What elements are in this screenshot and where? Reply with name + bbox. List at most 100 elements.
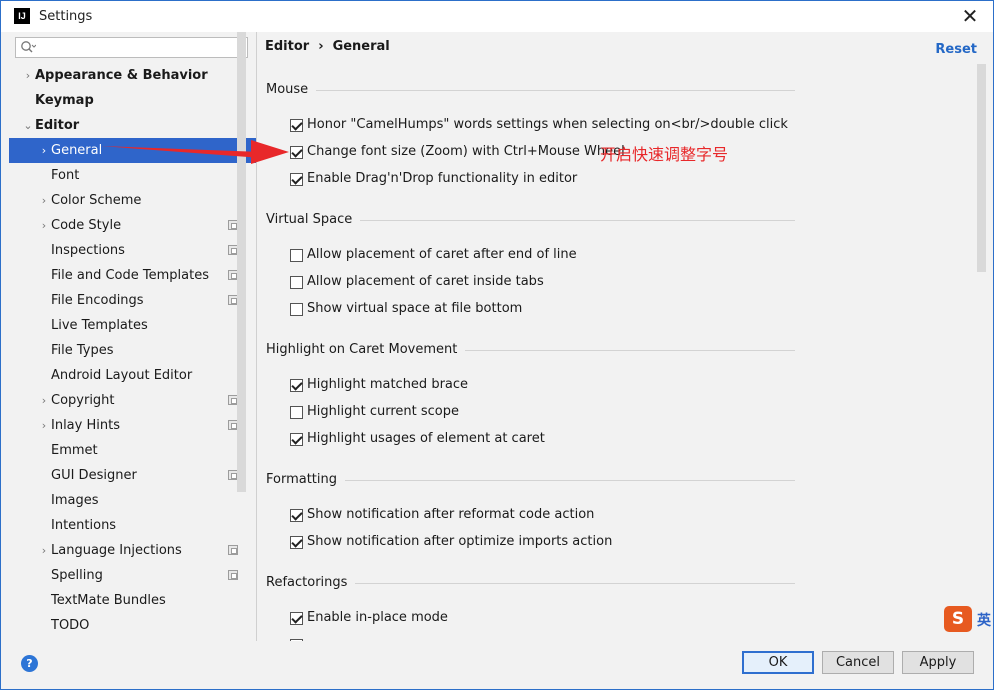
checkbox-label: Allow placement of caret inside tabs (307, 274, 544, 289)
chevron-right-icon[interactable]: › (39, 388, 49, 413)
tree-item-label: Color Scheme (51, 193, 142, 208)
checkbox[interactable] (290, 276, 303, 289)
apply-button[interactable]: Apply (902, 651, 974, 674)
reset-link[interactable]: Reset (935, 42, 977, 57)
tree-item-file-types[interactable]: File Types (9, 338, 256, 363)
tree-item-label: Code Style (51, 218, 122, 233)
checkbox[interactable] (290, 612, 303, 625)
tree-item-android-layout-editor[interactable]: Android Layout Editor (9, 363, 256, 388)
content-scrollbar[interactable] (977, 64, 986, 272)
tree-item-copyright[interactable]: › Copyright (9, 388, 256, 413)
dialog-footer: ? OK Cancel Apply (1, 641, 993, 689)
checkbox-label: Allow placement of caret after end of li… (307, 247, 577, 262)
annotation-text: 开启快速调整字号 (600, 145, 729, 164)
help-icon[interactable]: ? (21, 655, 38, 672)
checkbox[interactable] (290, 406, 303, 419)
tree-item-gui-designer[interactable]: GUI Designer (9, 463, 256, 488)
checkbox[interactable] (290, 146, 303, 159)
tree-item-live-templates[interactable]: Live Templates (9, 313, 256, 338)
tree-item-label: General (51, 143, 103, 158)
breadcrumb-current: General (332, 39, 390, 54)
section-divider (465, 350, 795, 351)
settings-tree-panel: › Appearance & Behavior Keymap ⌄ Editor › Gene… (9, 32, 256, 641)
tree-item-keymap[interactable]: Keymap (9, 88, 256, 113)
breadcrumb-parent[interactable]: Editor (265, 39, 309, 54)
tree-item-inspections[interactable]: Inspections (9, 238, 256, 263)
tree-item-color-scheme[interactable]: › Color Scheme (9, 188, 256, 213)
tree-item-inlay-hints[interactable]: › Inlay Hints (9, 413, 256, 438)
tree-item-label: File Types (51, 343, 114, 358)
tree-item-label: TODO (51, 618, 90, 633)
checkbox[interactable] (290, 536, 303, 549)
chevron-right-icon[interactable]: › (39, 213, 49, 238)
tree-item-label: Intentions (51, 518, 117, 533)
checkbox-label: Change font size (Zoom) with Ctrl+Mouse … (307, 144, 625, 159)
tree-item-editor[interactable]: ⌄ Editor (9, 113, 256, 138)
tree-scrollbar[interactable] (237, 32, 246, 492)
checkbox-label: Enable Drag'n'Drop functionality in edit… (307, 171, 578, 186)
chevron-right-icon[interactable]: › (39, 138, 49, 163)
tree-item-label: Font (51, 168, 80, 183)
chevron-right-icon[interactable]: › (39, 413, 49, 438)
settings-content-panel: Editor › General Reset Mouse Honor "CamelHu… (257, 32, 993, 641)
tree-item-label: File and Code Templates (51, 268, 209, 283)
tree-item-label: Live Templates (51, 318, 148, 333)
ime-mode-label[interactable]: 英 (977, 610, 991, 630)
tree-item-file-and-code-templates[interactable]: File and Code Templates (9, 263, 256, 288)
checkbox-label: Show notification after optimize imports… (307, 534, 613, 549)
section-title-virtual-space: Virtual Space (266, 212, 353, 227)
checkbox[interactable] (290, 173, 303, 186)
checkbox[interactable] (290, 119, 303, 132)
cancel-button[interactable]: Cancel (822, 651, 894, 674)
tree-item-appearance-behavior[interactable]: › Appearance & Behavior (9, 63, 256, 88)
annotation-arrow (101, 140, 289, 164)
tree-item-images[interactable]: Images (9, 488, 256, 513)
section-divider (355, 583, 795, 584)
tree-item-font[interactable]: Font (9, 163, 256, 188)
settings-search-input[interactable] (15, 37, 248, 58)
tree-item-emmet[interactable]: Emmet (9, 438, 256, 463)
chevron-down-icon[interactable]: ⌄ (23, 113, 33, 138)
tree-item-file-encodings[interactable]: File Encodings (9, 288, 256, 313)
tree-item-label: Inspections (51, 243, 125, 258)
tree-item-language-injections[interactable]: › Language Injections (9, 538, 256, 563)
tree-item-label: Appearance & Behavior (35, 68, 208, 83)
section-title-formatting: Formatting (266, 472, 338, 487)
tree-item-label: Keymap (35, 93, 94, 108)
search-icon (20, 40, 37, 59)
intellij-app-icon: IJ (14, 8, 30, 24)
project-settings-icon (228, 545, 238, 555)
tree-item-todo[interactable]: TODO (9, 613, 256, 638)
tree-item-label: TextMate Bundles (51, 593, 166, 608)
section-divider (345, 480, 795, 481)
window-title: Settings (39, 9, 93, 24)
checkbox-label: Enable in-place mode (307, 610, 448, 625)
ok-button[interactable]: OK (742, 651, 814, 674)
checkbox-label: Show notification after reformat code ac… (307, 507, 595, 522)
checkbox[interactable] (290, 379, 303, 392)
chevron-right-icon[interactable]: › (39, 188, 49, 213)
tree-item-label: Editor (35, 118, 80, 133)
tree-item-code-style[interactable]: › Code Style (9, 213, 256, 238)
checkbox[interactable] (290, 509, 303, 522)
tree-item-label: Images (51, 493, 99, 508)
tree-item-spelling[interactable]: Spelling (9, 563, 256, 588)
tree-item-label: Language Injections (51, 543, 182, 558)
tree-item-label: Emmet (51, 443, 98, 458)
tree-item-label: Android Layout Editor (51, 368, 193, 383)
sogou-ime-icon[interactable]: S (944, 606, 972, 632)
settings-dialog: IJ Settings ✕ › Appearance & Behavior Keym… (0, 0, 994, 690)
tree-item-intentions[interactable]: Intentions (9, 513, 256, 538)
tree-item-label: GUI Designer (51, 468, 137, 483)
title-bar: IJ Settings ✕ (1, 1, 993, 32)
chevron-right-icon[interactable]: › (39, 538, 49, 563)
tree-item-textmate-bundles[interactable]: TextMate Bundles (9, 588, 256, 613)
checkbox[interactable] (290, 433, 303, 446)
chevron-right-icon[interactable]: › (23, 63, 33, 88)
checkbox-label: Highlight usages of element at caret (307, 431, 545, 446)
breadcrumb-separator: › (318, 39, 324, 54)
checkbox[interactable] (290, 249, 303, 262)
checkbox[interactable] (290, 303, 303, 316)
close-button[interactable]: ✕ (947, 1, 993, 32)
tree-item-label: Inlay Hints (51, 418, 120, 433)
